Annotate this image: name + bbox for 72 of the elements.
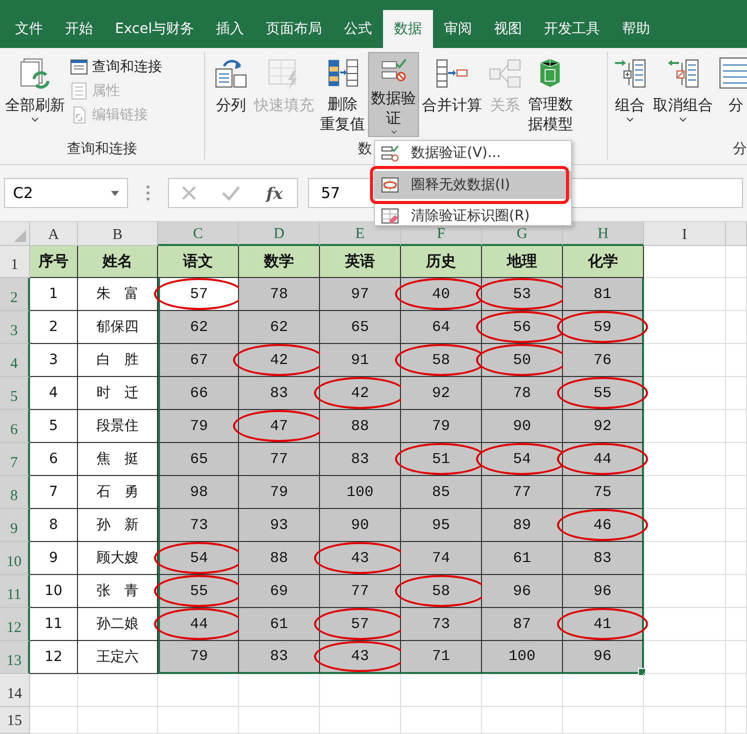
table-cell: 88 — [320, 410, 401, 443]
table-cell: 87 — [482, 608, 563, 641]
table-cell: 8 — [30, 509, 78, 542]
table-cell: 92 — [401, 377, 482, 410]
table-cell: 62 — [239, 311, 320, 344]
group-label: 分 — [733, 140, 747, 158]
table-cell: 92 — [563, 410, 644, 443]
table-cell: 12 — [30, 641, 78, 674]
table-cell: 10 — [30, 575, 78, 608]
table-cell: 96 — [563, 641, 644, 674]
table-cell: 79 — [158, 641, 239, 674]
table-cell: 100 — [320, 476, 401, 509]
table-header: 语文 — [158, 246, 239, 278]
table-cell: 83 — [239, 641, 320, 674]
table-cell: 3 — [30, 344, 78, 377]
table-cell: 67 — [158, 344, 239, 377]
table-header: 序号 — [30, 246, 78, 278]
table-cell: 1 — [30, 278, 78, 311]
table-cell: 4 — [30, 377, 78, 410]
table-cell: 79 — [239, 476, 320, 509]
table-cell: 90 — [482, 410, 563, 443]
table-header: 数学 — [239, 246, 320, 278]
table-cell: 62 — [158, 311, 239, 344]
table-cell: 61 — [482, 542, 563, 575]
table-cell: 6 — [30, 443, 78, 476]
table-cell: 74 — [401, 542, 482, 575]
table-cell: 98 — [158, 476, 239, 509]
table-cell: 71 — [401, 641, 482, 674]
table-cell: 64 — [401, 311, 482, 344]
table-header: 英语 — [320, 246, 401, 278]
table-cell: 61 — [239, 608, 320, 641]
table-header: 姓名 — [78, 246, 158, 278]
table-cell: 77 — [482, 476, 563, 509]
table-cell: 95 — [401, 509, 482, 542]
table-cell: 5 — [30, 410, 78, 443]
table-cell: 91 — [320, 344, 401, 377]
group-label: 数 — [358, 140, 372, 158]
table-cell: 79 — [158, 410, 239, 443]
table-cell: 2 — [30, 311, 78, 344]
table-header: 化学 — [563, 246, 644, 278]
table-cell: 83 — [563, 542, 644, 575]
table-cell: 69 — [239, 575, 320, 608]
table-cell: 90 — [320, 509, 401, 542]
table-cell: 75 — [563, 476, 644, 509]
table-cell: 100 — [482, 641, 563, 674]
table-cell: 93 — [239, 509, 320, 542]
table-header: 地理 — [482, 246, 563, 278]
table-cell: 76 — [563, 344, 644, 377]
table-cell: 9 — [30, 542, 78, 575]
table-cell: 11 — [30, 608, 78, 641]
group-label: 查询和连接 — [67, 140, 137, 158]
table-cell: 66 — [158, 377, 239, 410]
table-cell: 65 — [320, 311, 401, 344]
table-cell: 81 — [563, 278, 644, 311]
table-cell: 96 — [482, 575, 563, 608]
table-cell: 88 — [239, 542, 320, 575]
table-cell: 77 — [239, 443, 320, 476]
table-cell: 89 — [482, 509, 563, 542]
table-cell: 65 — [158, 443, 239, 476]
table-cell: 78 — [482, 377, 563, 410]
table-cell: 96 — [563, 575, 644, 608]
table-cell: 97 — [320, 278, 401, 311]
table-cell: 7 — [30, 476, 78, 509]
table-cell: 85 — [401, 476, 482, 509]
table-header: 历史 — [401, 246, 482, 278]
table-cell: 83 — [320, 443, 401, 476]
table-cell: 83 — [239, 377, 320, 410]
table-cell: 77 — [320, 575, 401, 608]
table-cell: 78 — [239, 278, 320, 311]
table-cell: 73 — [401, 608, 482, 641]
table-cell: 73 — [158, 509, 239, 542]
table-cell: 79 — [401, 410, 482, 443]
